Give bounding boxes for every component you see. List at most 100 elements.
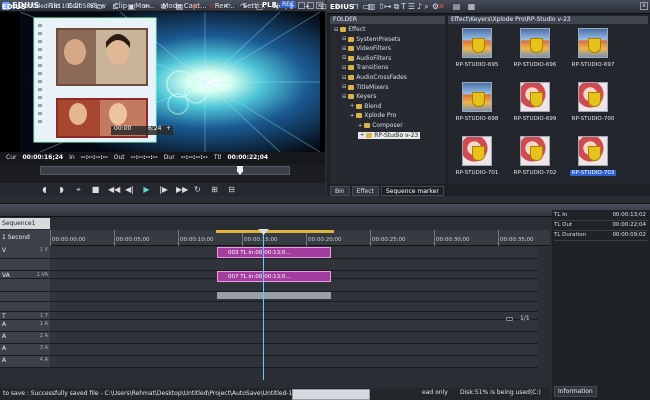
effect-thumbnail[interactable]: RP-STUDIO-697 <box>570 26 616 74</box>
mixer-icon[interactable]: ⊶ <box>383 2 392 11</box>
sequence-tab[interactable]: Sequence1 <box>0 218 50 229</box>
render-icon[interactable]: ▥ <box>367 2 376 11</box>
expand-icon[interactable]: ⊟ <box>342 65 346 71</box>
position-slider[interactable] <box>40 166 290 175</box>
audio-icon[interactable]: ♪ <box>415 2 424 11</box>
expand-icon[interactable]: + <box>358 123 362 129</box>
track-lane[interactable] <box>50 259 538 271</box>
tree-node[interactable]: + Xplode Pro <box>350 112 396 119</box>
expand-icon[interactable]: + <box>360 132 364 138</box>
track-header[interactable]: A 2 A <box>0 332 50 344</box>
effect-thumbnail[interactable]: RP-STUDIO-699 <box>512 80 558 128</box>
effect-thumbnail[interactable]: RP-STUDIO-702 <box>512 134 558 182</box>
copy-clip-icon[interactable]: ⧉ <box>159 2 168 11</box>
tree-node[interactable]: + Blend <box>350 103 381 110</box>
track-header[interactable] <box>0 279 50 292</box>
cut-icon[interactable]: ✂ <box>143 2 152 11</box>
tree-node[interactable]: ⊟ TitleMixers <box>342 84 389 91</box>
mode-icon[interactable]: ▢ <box>255 2 264 11</box>
tree-node[interactable]: ⊟ AudioCrossFades <box>342 74 407 81</box>
expand-icon[interactable]: + <box>350 103 354 109</box>
effect-thumbnail[interactable]: RP-STUDIO-700 <box>570 80 616 128</box>
group-icon[interactable]: ⊡ <box>319 2 328 11</box>
marker-icon[interactable]: ⌖ <box>74 185 83 194</box>
tree-node[interactable]: ⊟ Keyers <box>342 93 376 100</box>
expand-icon[interactable]: ⊟ <box>342 46 346 52</box>
tree-node[interactable]: ⊟ AudioFilters <box>342 55 391 62</box>
track-header[interactable] <box>0 292 50 302</box>
save-icon[interactable]: ▣ <box>127 2 136 11</box>
time-ruler[interactable]: 00:00:00;00 00:00:05;00 00:00:10;00 00:00:1… <box>50 230 550 246</box>
tree-node[interactable]: ⊟ SystemPresets <box>342 36 400 43</box>
tree-node[interactable]: ⊟ Transitions <box>342 64 388 71</box>
page-icon[interactable]: ▭ <box>505 314 514 323</box>
tree-node[interactable]: + Composer <box>358 122 403 129</box>
expand-icon[interactable]: ⊟ <box>334 27 338 33</box>
loop-icon[interactable]: ↻ <box>193 185 202 194</box>
track-lane[interactable] <box>50 344 538 356</box>
thumbnail-view-icon[interactable]: ▦ <box>467 2 476 11</box>
insert-icon[interactable]: ⊞ <box>210 185 219 194</box>
properties-icon[interactable]: ▤ <box>452 2 461 11</box>
scale-select[interactable]: 1 Second <box>0 230 50 246</box>
playhead[interactable] <box>263 232 264 380</box>
asset-close-icon[interactable]: x <box>640 2 648 10</box>
track-header[interactable]: A 3 A <box>0 344 50 356</box>
asset-tab[interactable]: Sequence marker <box>380 186 444 196</box>
open-icon[interactable]: ⊏ <box>111 2 120 11</box>
tree-node[interactable]: + RP-Studio v-23 <box>358 131 421 139</box>
asset-tab[interactable]: Effect <box>351 186 379 196</box>
track-header[interactable]: T 1 T <box>0 312 50 320</box>
new-sequence-icon[interactable]: ▭ <box>95 2 104 11</box>
step-forward-icon[interactable]: |▶ <box>159 185 168 194</box>
marker-set-icon[interactable]: ⌖ <box>303 2 312 11</box>
tree-node[interactable]: ⊟ Effect <box>334 26 365 33</box>
effect-thumbnail[interactable]: RP-STUDIO-698 <box>454 80 500 128</box>
expand-icon[interactable]: ⊟ <box>342 84 346 90</box>
track-lane[interactable] <box>50 302 538 312</box>
track-header[interactable]: VA 1 VA <box>0 271 50 279</box>
track-header[interactable]: A 4 A <box>0 356 50 368</box>
rewind-icon[interactable]: ◀◀ <box>108 185 120 194</box>
track-header[interactable] <box>0 302 50 312</box>
settings-icon[interactable]: ⚙ <box>431 2 440 11</box>
play-icon[interactable]: ▶ <box>142 185 151 194</box>
stop-icon[interactable]: ■ <box>91 185 100 194</box>
title-icon[interactable]: T <box>399 2 408 11</box>
set-in-icon[interactable]: ◖ <box>40 185 49 194</box>
effect-thumbnail[interactable]: RP-STUDIO-701 <box>454 134 500 182</box>
asset-tab[interactable]: Bin <box>330 186 350 196</box>
video-audio-clip[interactable]: 007 TL In:00:00:13;0... <box>217 271 331 282</box>
sync-icon[interactable]: ⇆ <box>271 2 280 11</box>
track-lane[interactable] <box>50 332 538 344</box>
track-lane[interactable] <box>50 356 538 368</box>
track-lane[interactable] <box>50 320 538 332</box>
track-header[interactable]: A 1 A <box>0 320 50 332</box>
effect-thumbnail[interactable]: RP-STUDIO-703 <box>570 134 616 182</box>
redo-icon[interactable]: ↷ <box>239 2 248 11</box>
expand-icon[interactable]: ⊟ <box>342 55 346 61</box>
track-header[interactable]: V 1 V <box>0 246 50 259</box>
step-back-icon[interactable]: ◀| <box>125 185 134 194</box>
track-lane[interactable] <box>50 312 538 320</box>
track-header[interactable] <box>0 259 50 271</box>
delete-clip-icon[interactable]: ✕ <box>191 2 200 11</box>
in-out-range[interactable] <box>216 230 334 233</box>
effect-thumbnail[interactable]: RP-STUDIO-695 <box>454 26 500 74</box>
set-out-icon[interactable]: ◗ <box>57 185 66 194</box>
dialog-thumbnail[interactable] <box>292 389 370 400</box>
overwrite-icon[interactable]: ⊟ <box>227 185 236 194</box>
ripple-delete-icon[interactable]: ⤫ <box>207 2 216 11</box>
tree-node[interactable]: ⊟ VideoFilters <box>342 45 391 52</box>
trim-icon[interactable]: ⊢ <box>335 2 344 11</box>
snap-icon[interactable]: ⊓ <box>351 2 360 11</box>
undo-icon[interactable]: ↶ <box>223 2 232 11</box>
slider-handle[interactable] <box>237 166 243 175</box>
fast-forward-icon[interactable]: ▶▶ <box>176 185 188 194</box>
expand-icon[interactable]: ⊟ <box>342 94 346 100</box>
expand-icon[interactable]: ⊟ <box>342 36 346 42</box>
expand-icon[interactable]: ⊟ <box>342 75 346 81</box>
paste-icon[interactable]: ▤ <box>175 2 184 11</box>
expand-icon[interactable]: + <box>350 113 354 119</box>
effect-thumbnail[interactable]: RP-STUDIO-696 <box>512 26 558 74</box>
